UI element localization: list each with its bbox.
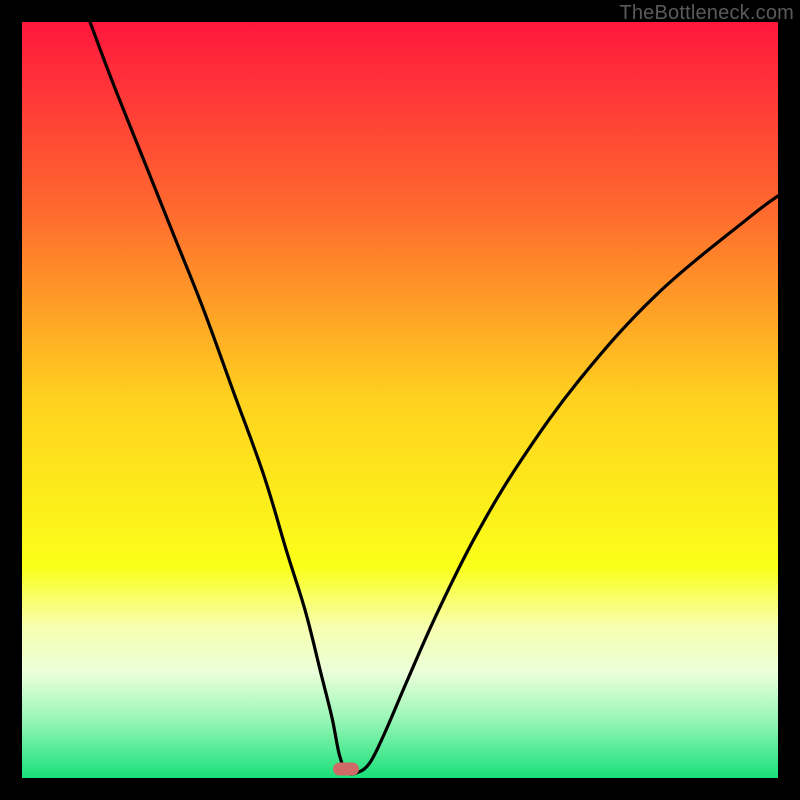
watermark-text: TheBottleneck.com (619, 2, 794, 25)
bottleneck-curve (22, 22, 778, 778)
plot-area (22, 22, 778, 778)
chart-frame: TheBottleneck.com (0, 0, 800, 800)
optimum-marker-icon (333, 763, 359, 776)
